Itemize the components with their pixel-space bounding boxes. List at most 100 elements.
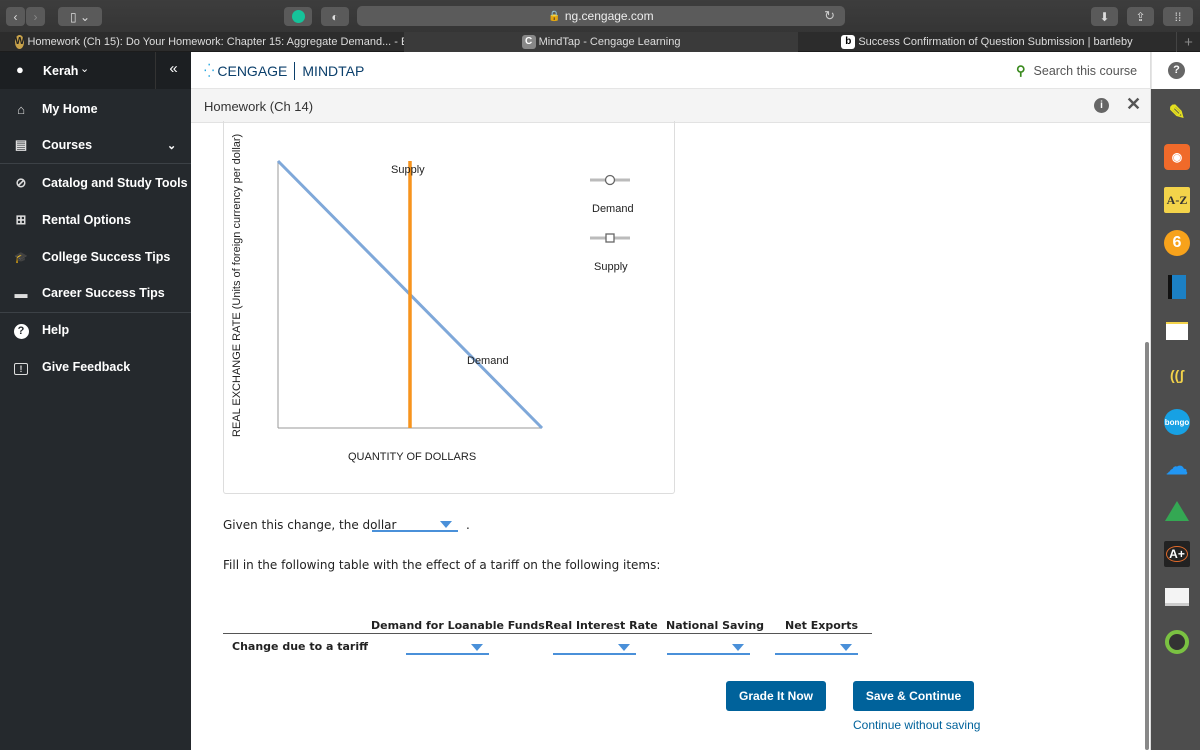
mindtap-favicon-icon: C: [521, 35, 536, 49]
flashcards-icon[interactable]: [1164, 584, 1190, 610]
demand-curve-label: Demand: [467, 355, 509, 367]
dollar-change-dropdown[interactable]: [372, 518, 458, 532]
caret-down-icon: [618, 644, 630, 651]
open-book-icon: ⊞: [15, 212, 27, 227]
chevron-down-icon: ⌄: [167, 139, 177, 152]
grade-it-now-button[interactable]: Grade It Now: [726, 681, 826, 711]
left-sidebar: ● Kerah ⌄ « ⌂ My Home ▤ Courses ⌄ ⊘ Cata…: [0, 52, 191, 750]
aplus-icon[interactable]: A+: [1164, 541, 1190, 567]
content-scrollbar[interactable]: [1145, 342, 1149, 750]
caret-down-icon: [440, 521, 452, 528]
sidebar-item-help[interactable]: ? Help: [0, 312, 191, 348]
rss-icon[interactable]: ◉: [1164, 144, 1190, 170]
sidebar-item-label: Courses: [42, 138, 93, 152]
pencil-highlighter-icon[interactable]: ✎: [1164, 99, 1190, 125]
tool-rail: ? ✎ ◉ A-Z 6 ((ʃ bongo ☁ A+: [1150, 52, 1200, 750]
onedrive-icon[interactable]: ☁: [1164, 454, 1190, 480]
bongo-icon[interactable]: bongo: [1164, 409, 1190, 435]
sidebar-item-courses[interactable]: ▤ Courses ⌄: [0, 127, 191, 163]
sidebar-item-label: Career Success Tips: [42, 286, 165, 300]
sidebar-item-label: College Success Tips: [42, 250, 171, 264]
downloads-button[interactable]: ⬇: [1091, 7, 1118, 26]
plus-icon: +: [1184, 33, 1193, 51]
shield-icon: ◐: [331, 9, 339, 24]
tab-mindtap[interactable]: C MindTap - Cengage Learning: [404, 32, 798, 52]
forward-button[interactable]: ›: [26, 7, 45, 26]
column-header: Net Exports: [785, 619, 859, 632]
tab-label: Homework (Ch 15): Do Your Homework: Chap…: [27, 36, 435, 48]
sidebar-item-catalog[interactable]: ⊘ Catalog and Study Tools: [0, 165, 191, 201]
sidebar-item-rental-options[interactable]: ⊞ Rental Options: [0, 202, 191, 238]
activity-header: Homework (Ch 14) i ✕: [191, 89, 1150, 123]
info-icon[interactable]: i: [1094, 98, 1109, 113]
extensions-button[interactable]: ⁞⁞: [1163, 7, 1193, 26]
sidebar-item-college-success-tips[interactable]: 🎓 College Success Tips: [0, 239, 191, 275]
net-exports-dropdown[interactable]: [775, 641, 858, 655]
user-name: Kerah: [43, 64, 79, 78]
close-icon[interactable]: ✕: [1126, 94, 1141, 115]
double-chevron-left-icon: «: [169, 60, 178, 77]
content-area: REAL EXCHANGE RATE (Units of foreign cur…: [191, 121, 1150, 750]
new-tab-button[interactable]: +: [1176, 32, 1200, 52]
grid-icon: ⁞⁞: [1174, 9, 1182, 24]
x-axis-label: QUANTITY OF DOLLARS: [348, 451, 476, 463]
caret-down-icon: [471, 644, 483, 651]
save-continue-button[interactable]: Save & Continue: [853, 681, 974, 711]
supply-curve-label: Supply: [391, 164, 425, 176]
url-text: ng.cengage.com: [564, 9, 654, 23]
grammarly-icon: [291, 10, 305, 23]
grammarly-extension-button[interactable]: [284, 7, 312, 26]
sidebar-item-label: Catalog and Study Tools: [42, 176, 188, 190]
sidebar-item-label: Rental Options: [42, 213, 131, 227]
back-button[interactable]: ‹: [6, 7, 25, 26]
readspeaker-icon[interactable]: ((ʃ: [1164, 362, 1190, 388]
reload-icon[interactable]: ↻: [824, 8, 835, 24]
help-icon[interactable]: ?: [1168, 62, 1185, 79]
sidebar-item-give-feedback[interactable]: ! Give Feedback: [0, 349, 191, 385]
p-icon[interactable]: 6: [1164, 230, 1190, 256]
sidebar-item-label: Give Feedback: [42, 360, 131, 374]
real-interest-rate-dropdown[interactable]: [553, 641, 636, 655]
cengage-logo[interactable]: ⁛ CENGAGE MINDTAP: [204, 62, 364, 80]
google-drive-icon[interactable]: [1164, 498, 1190, 524]
a-z-icon[interactable]: A-Z: [1164, 187, 1190, 213]
column-header: National Saving: [666, 619, 765, 632]
continue-without-saving-link[interactable]: Continue without saving: [853, 718, 980, 732]
legend-demand-marker[interactable]: [604, 174, 616, 186]
address-bar[interactable]: 🔒 ng.cengage.com ↻: [357, 6, 845, 26]
lock-icon: 🔒: [548, 10, 561, 22]
divider: [0, 163, 191, 164]
bartleby-favicon-icon: b: [841, 35, 856, 49]
book-icon[interactable]: [1164, 274, 1190, 300]
table-instructions: Fill in the following table with the eff…: [223, 558, 661, 572]
notebook-icon[interactable]: [1164, 318, 1190, 344]
national-saving-dropdown[interactable]: [667, 641, 750, 655]
graph-panel: REAL EXCHANGE RATE (Units of foreign cur…: [223, 121, 675, 494]
tab-bartleby[interactable]: b Success Confirmation of Question Submi…: [798, 32, 1176, 52]
user-icon: ●: [16, 62, 24, 77]
divider: [294, 62, 296, 80]
search-label: Search this course: [1033, 64, 1138, 78]
caret-down-icon: [840, 644, 852, 651]
sidebar-toggle-button[interactable]: ▯ ⌄: [58, 7, 102, 26]
user-menu[interactable]: ● Kerah ⌄ «: [0, 52, 191, 89]
feedback-icon: !: [0, 360, 42, 375]
profile-progress-icon[interactable]: [1164, 629, 1190, 655]
share-button[interactable]: ⇪: [1127, 7, 1154, 26]
table-header-divider: [223, 633, 872, 634]
brand-name: CENGAGE: [217, 63, 288, 79]
tab-homework[interactable]: W Homework (Ch 15): Do Your Homework: Ch…: [0, 32, 434, 52]
collapse-sidebar-button[interactable]: «: [155, 52, 191, 89]
cengage-logo-icon: ⁛: [204, 63, 214, 78]
caret-down-icon: [732, 644, 744, 651]
sidebar-item-label: My Home: [42, 102, 98, 116]
sidebar-item-my-home[interactable]: ⌂ My Home: [0, 91, 191, 127]
chevron-down-icon: ⌄: [80, 63, 90, 75]
row-label: Change due to a tariff: [232, 640, 369, 653]
privacy-extension-button[interactable]: ◐: [321, 7, 349, 26]
search-course-button[interactable]: ⚲ Search this course: [1016, 63, 1137, 79]
sidebar-item-career-success-tips[interactable]: ▬ Career Success Tips: [0, 275, 191, 311]
legend-supply-marker[interactable]: [605, 233, 615, 243]
loanable-funds-dropdown[interactable]: [406, 641, 489, 655]
compass-icon: ⊘: [15, 175, 27, 190]
